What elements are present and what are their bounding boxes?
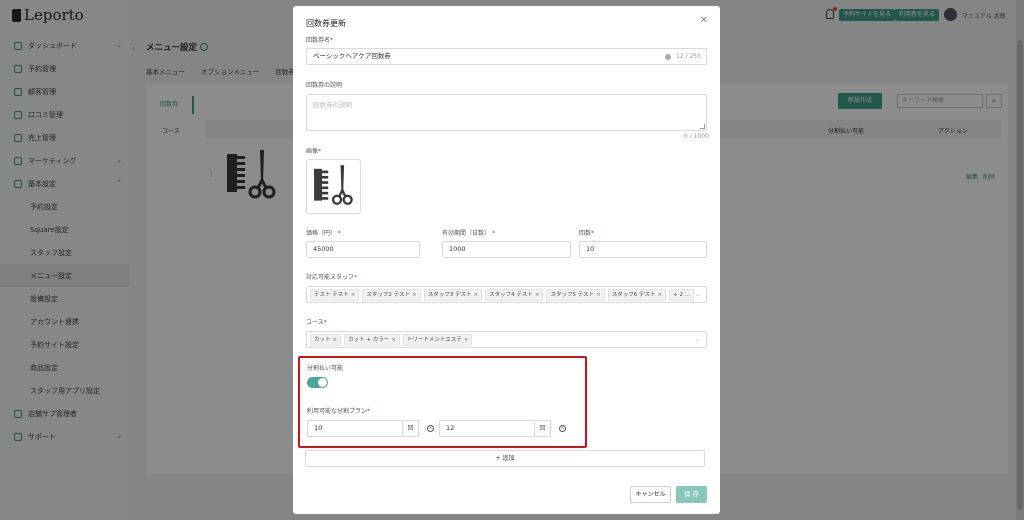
validity-period-label: 有効期間（日数） * — [442, 230, 495, 237]
remove-tag-icon[interactable]: × — [333, 337, 338, 343]
annotation-highlight-box — [298, 356, 587, 448]
course-label: コース* — [306, 319, 327, 326]
staff-tag: スタッフ2 テスト × — [362, 288, 421, 301]
clear-icon[interactable] — [665, 54, 671, 60]
remove-tag-icon[interactable]: × — [535, 292, 540, 298]
staff-tag: スタッフ3 テスト × — [423, 288, 483, 301]
course-tag: カット × — [310, 333, 342, 346]
validity-period-input[interactable]: 1000 — [442, 241, 571, 258]
comb-scissors-icon — [314, 165, 353, 205]
coupon-name-label: 回数券名* — [306, 37, 334, 44]
modal-title: 回数券更新 — [306, 19, 346, 28]
description-label: 回数券の説明 — [306, 82, 343, 89]
remove-tag-icon[interactable]: × — [658, 292, 663, 298]
save-button[interactable]: 保 存 — [676, 486, 707, 503]
staff-label: 対応可能スタッフ* — [306, 274, 358, 281]
image-label: 画像* — [306, 148, 322, 155]
staff-tag: スタッフ4 テスト × — [485, 288, 544, 301]
description-counter: 0 / 1000 — [684, 133, 709, 140]
remove-tag-icon[interactable]: × — [412, 292, 417, 298]
course-tag: カット + カラー × — [344, 333, 400, 346]
staff-tag: スタッフ6 テスト × — [607, 288, 667, 301]
staff-multiselect[interactable]: テスト テスト × スタッフ2 テスト × スタッフ3 テスト × スタッフ4 テスト… — [306, 286, 707, 303]
staff-more-tag[interactable]: + 2 ... — [669, 288, 695, 301]
course-tag: トリートメントエステ × — [402, 333, 473, 346]
add-plan-button[interactable]: + 追加 — [305, 450, 705, 467]
image-upload[interactable] — [306, 159, 361, 214]
remove-tag-icon[interactable]: × — [473, 292, 478, 298]
resize-handle-icon[interactable] — [700, 124, 705, 129]
remove-tag-icon[interactable]: × — [596, 292, 601, 298]
staff-tag: テスト テスト × — [310, 288, 360, 301]
close-icon[interactable]: ✕ — [700, 15, 708, 26]
count-label: 回数* — [579, 230, 595, 237]
description-textarea[interactable]: 回数券の説明 — [306, 94, 707, 131]
coupon-name-input[interactable]: ベーシックヘアケア回数券 — [306, 48, 707, 65]
price-input[interactable]: 45000 — [306, 241, 420, 258]
chevron-down-icon[interactable]: ⌄ — [695, 336, 700, 343]
course-multiselect[interactable]: カット × カット + カラー × トリートメントエステ × ⌄ — [306, 331, 707, 348]
remove-tag-icon[interactable]: × — [391, 337, 396, 343]
count-input[interactable]: 10 — [579, 241, 707, 258]
cancel-button[interactable]: キャンセル — [630, 486, 671, 503]
coupon-name-counter: 12 / 255 — [676, 53, 701, 60]
remove-tag-icon[interactable]: × — [464, 337, 469, 343]
chevron-down-icon[interactable]: ⌄ — [695, 291, 700, 298]
staff-tag: スタッフ5 テスト × — [546, 288, 605, 301]
price-label: 価格（円） * — [306, 230, 341, 237]
description-placeholder: 回数券の説明 — [313, 101, 352, 109]
remove-tag-icon[interactable]: × — [351, 292, 356, 298]
plus-icon: + — [495, 455, 501, 462]
